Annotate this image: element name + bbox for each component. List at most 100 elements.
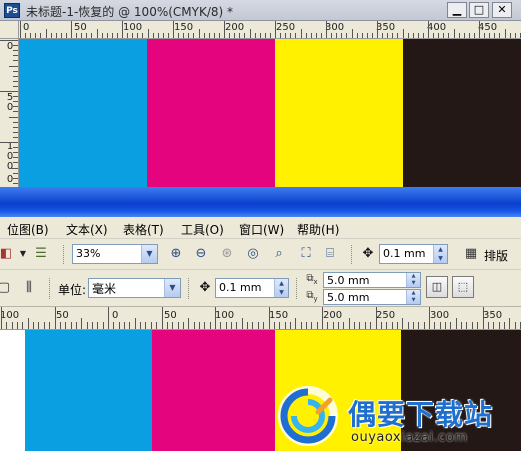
ruler-tick <box>166 322 168 329</box>
minimize-button[interactable]: ▁ <box>447 2 467 18</box>
page-icon[interactable]: ▢ <box>0 278 14 298</box>
ruler-tick <box>300 29 302 38</box>
ruler-tick <box>81 33 83 38</box>
ruler-tick <box>320 33 322 38</box>
zoom-level-combo[interactable]: 33% ▼ <box>72 244 158 264</box>
spin-arrows-icon[interactable]: ▲ ▼ <box>406 273 420 287</box>
ruler-tick <box>439 322 441 329</box>
ruler-tick <box>391 322 393 329</box>
ruler-tick <box>162 33 164 38</box>
ruler-label: 300 <box>430 310 450 321</box>
imposition-icon[interactable]: ▦ <box>461 244 481 264</box>
corel-horizontal-ruler[interactable]: 100 50 0 50 100 150 200 250 300 350 <box>0 307 521 330</box>
menu-tools[interactable]: 工具(O) <box>181 221 224 238</box>
spin-arrows-icon[interactable]: ▲ ▼ <box>274 279 288 297</box>
menu-text[interactable]: 文本(X) <box>66 221 108 238</box>
scale-pattern-button[interactable]: ◫ <box>426 276 448 298</box>
maximize-button[interactable]: □ <box>469 2 489 18</box>
ruler-tick <box>101 33 103 38</box>
duplicate-x-field[interactable]: 5.0 mm ▲ ▼ <box>323 272 421 288</box>
nudge-distance-value: 0.1 mm <box>383 247 426 260</box>
ruler-tick <box>54 307 56 329</box>
ruler-tick <box>375 307 377 329</box>
align-bottom-icon[interactable]: ⫼ <box>19 278 39 298</box>
ruler-tick <box>300 322 302 329</box>
ruler-tick <box>466 322 468 329</box>
nudge-distance-icon: ✥ <box>199 280 211 295</box>
unit-select[interactable]: 毫米 ▼ <box>88 278 181 298</box>
ruler-tick <box>305 33 307 38</box>
zoom-selected-icon[interactable]: ⊛ <box>217 244 237 264</box>
options-icon[interactable]: ☰ <box>31 244 51 264</box>
ruler-tick <box>348 318 350 329</box>
photoshop-vertical-ruler[interactable]: 0 50 100 0 <box>0 39 19 187</box>
menu-help[interactable]: 帮助(H) <box>297 221 339 238</box>
photoshop-horizontal-ruler[interactable]: 0 50 100 150 200 250 300 350 400 450 <box>19 21 521 39</box>
ruler-tick <box>322 307 323 329</box>
ruler-tick <box>477 322 479 329</box>
ruler-tick <box>280 33 282 38</box>
ruler-origin-corner[interactable] <box>0 21 19 39</box>
zoom-all-objects-icon[interactable]: ◎ <box>243 244 263 264</box>
ruler-tick <box>60 33 62 38</box>
duplicate-y-value: 5.0 mm <box>327 291 370 304</box>
zoom-out-icon[interactable]: ⊖ <box>191 244 211 264</box>
ruler-tick <box>392 33 394 38</box>
layout-button-label[interactable]: 排版 <box>484 247 508 264</box>
photoshop-canvas[interactable] <box>19 39 521 187</box>
zoom-page-width-icon[interactable]: ⛶ <box>296 244 316 264</box>
ruler-tick <box>509 33 511 38</box>
ruler-label: 50 <box>74 22 87 33</box>
zoom-in-icon[interactable]: ⊕ <box>166 244 186 264</box>
ruler-tick <box>354 322 356 329</box>
ruler-tick <box>402 318 404 329</box>
ruler-label: 100 <box>123 22 143 33</box>
select-frame-button[interactable]: ⬚ <box>452 276 474 298</box>
ruler-tick <box>45 29 47 38</box>
menu-bitmap[interactable]: 位图(B) <box>7 221 49 238</box>
ruler-tick <box>203 33 205 38</box>
ruler-tick <box>13 111 18 113</box>
ruler-tick <box>231 322 233 329</box>
spin-arrows-icon[interactable]: ▲ ▼ <box>433 245 447 263</box>
ruler-tick <box>178 33 180 38</box>
ruler-tick <box>118 322 120 329</box>
menu-table[interactable]: 表格(T) <box>123 221 164 238</box>
close-button[interactable]: ✕ <box>492 2 512 18</box>
nudge-offset-field[interactable]: 0.1 mm ▲ ▼ <box>215 278 289 298</box>
ruler-label: 50 <box>164 310 177 321</box>
chevron-down-icon[interactable]: ▼ <box>141 245 157 263</box>
ruler-tick <box>13 101 18 103</box>
ruler-tick <box>458 33 460 38</box>
chevron-down-icon[interactable]: ▼ <box>164 279 180 297</box>
ruler-tick <box>177 322 179 329</box>
ruler-tick <box>127 33 129 38</box>
ruler-tick <box>132 33 134 38</box>
ruler-tick <box>13 80 18 82</box>
ruler-tick <box>366 33 368 38</box>
zoom-page-icon[interactable]: ⌕ <box>269 244 289 264</box>
yellow-swatch <box>275 39 403 187</box>
ruler-tick <box>241 318 243 329</box>
zoom-page-height-icon[interactable]: ⌸ <box>320 244 340 264</box>
nudge-distance-field[interactable]: 0.1 mm ▲ ▼ <box>379 244 448 264</box>
dropdown-arrow-icon[interactable]: ▼ <box>13 244 33 264</box>
ruler-tick <box>418 322 420 329</box>
ruler-tick <box>489 33 491 38</box>
ruler-label: 100 <box>215 310 235 321</box>
duplicate-y-field[interactable]: 5.0 mm ▲ ▼ <box>323 289 421 305</box>
ruler-tick <box>224 21 225 38</box>
magenta-swatch[interactable] <box>152 330 275 451</box>
spin-arrows-icon[interactable]: ▲ ▼ <box>406 290 420 304</box>
ruler-tick <box>35 33 37 38</box>
ruler-tick <box>433 33 435 38</box>
ruler-tick <box>450 322 452 329</box>
ruler-tick <box>9 116 18 118</box>
menu-window[interactable]: 窗口(W) <box>239 221 284 238</box>
ruler-tick <box>351 29 353 38</box>
cyan-swatch[interactable] <box>25 330 152 451</box>
ruler-tick <box>137 33 139 38</box>
ruler-tick <box>193 33 195 38</box>
ruler-tick <box>140 322 142 329</box>
ruler-label: 350 <box>376 22 396 33</box>
